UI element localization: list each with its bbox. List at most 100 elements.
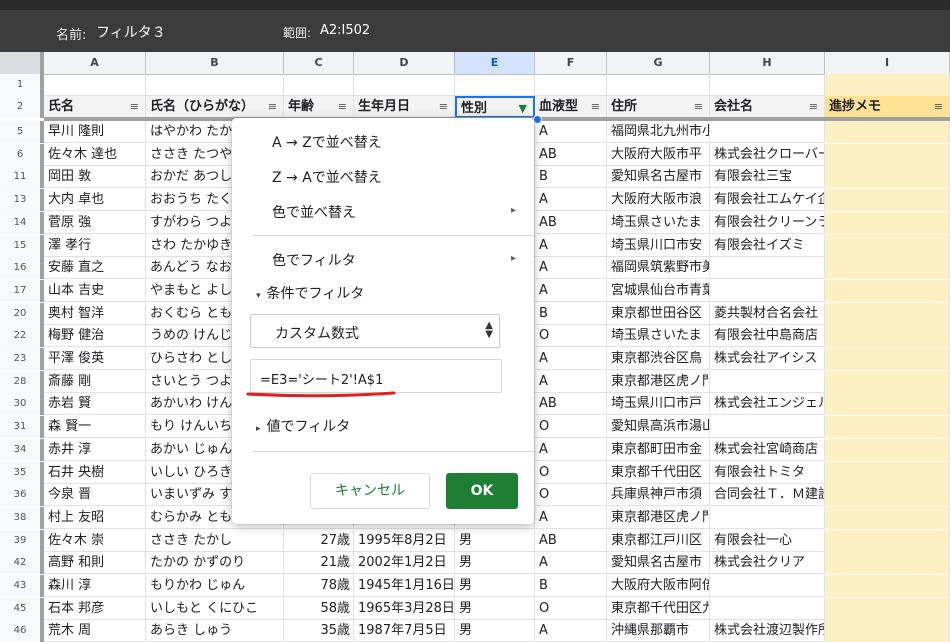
cell[interactable]: 菱共製材合名会社: [710, 302, 825, 325]
cell[interactable]: 赤岩 賢: [44, 393, 146, 416]
cell[interactable]: B: [535, 166, 607, 189]
row-number[interactable]: 23: [0, 348, 44, 370]
cell[interactable]: 安藤 直之: [44, 257, 146, 280]
cell[interactable]: A: [535, 121, 607, 143]
cell[interactable]: [535, 74, 607, 96]
selection-handle[interactable]: [533, 115, 542, 124]
cell[interactable]: 高野 和則: [44, 552, 146, 575]
cell[interactable]: 村上 友昭: [44, 506, 146, 529]
cell[interactable]: [710, 575, 825, 597]
cell[interactable]: 有限会社クリーンライフ: [710, 211, 825, 234]
cell[interactable]: 奥村 智洋: [44, 302, 146, 325]
cell[interactable]: [825, 575, 950, 597]
cell[interactable]: 株式会社エンジェル: [710, 393, 825, 416]
row-number[interactable]: 35: [0, 461, 44, 484]
row-number[interactable]: 16: [0, 257, 44, 280]
cell[interactable]: [825, 370, 950, 393]
cell[interactable]: [825, 279, 950, 302]
row-number[interactable]: 43: [0, 575, 44, 597]
column-header-f[interactable]: F: [535, 52, 607, 74]
cell[interactable]: 21歳: [284, 552, 354, 575]
cell[interactable]: あらき しゅう: [146, 620, 284, 642]
cell[interactable]: 斎藤 剛: [44, 370, 146, 393]
cell[interactable]: 愛知県高浜市湯山町1-3-10: [607, 416, 710, 439]
row-number[interactable]: 38: [0, 506, 44, 529]
column-header-d[interactable]: D: [354, 52, 455, 74]
cell[interactable]: 東京都千代田区九段南2-3-5: [607, 597, 710, 620]
cell[interactable]: 男: [455, 620, 535, 642]
cell[interactable]: 石本 邦彦: [44, 597, 146, 620]
cell[interactable]: O: [535, 416, 607, 439]
cell[interactable]: [284, 74, 354, 96]
column-header-c[interactable]: C: [284, 52, 354, 74]
cell[interactable]: ささき たかし: [146, 529, 284, 552]
cell[interactable]: 兵庫県神戸市須: [607, 484, 710, 507]
range-value[interactable]: A2:I502: [320, 23, 370, 38]
filter-icon[interactable]: ≡: [130, 96, 139, 118]
menu-sort-z-a[interactable]: Z → Aで並べ替え: [272, 167, 382, 187]
cell[interactable]: 35歳: [284, 620, 354, 642]
cell[interactable]: 埼玉県川口市戸: [607, 393, 710, 416]
cell[interactable]: 東京都港区虎ノ門1-5-102: [607, 370, 710, 393]
cell[interactable]: A: [535, 234, 607, 257]
column-header-i[interactable]: I: [825, 52, 950, 74]
cell[interactable]: 森川 淳: [44, 575, 146, 597]
cell[interactable]: [44, 74, 146, 96]
menu-sort-a-z[interactable]: A → Zで並べ替え: [272, 132, 382, 152]
cell[interactable]: 東京都千代田区: [607, 461, 710, 484]
cell[interactable]: [825, 393, 950, 416]
cell[interactable]: 有限会社イズミ: [710, 234, 825, 257]
cell[interactable]: 愛知県名古屋市: [607, 552, 710, 575]
cell[interactable]: 有限会社中島商店: [710, 325, 825, 348]
cell[interactable]: 株式会社クローバー: [710, 143, 825, 166]
cell[interactable]: [710, 74, 825, 96]
cell[interactable]: 1987年7月5日: [354, 620, 455, 642]
cell[interactable]: 沖縄県那覇市: [607, 620, 710, 642]
column-header-g[interactable]: G: [607, 52, 710, 74]
header-cell[interactable]: 生年月日 ≡: [354, 96, 455, 118]
cell[interactable]: 2002年1月2日: [354, 552, 455, 575]
cell[interactable]: [146, 74, 284, 96]
row-number[interactable]: 5: [0, 121, 44, 143]
cell[interactable]: いしもと くにひこ: [146, 597, 284, 620]
cell[interactable]: 58歳: [284, 597, 354, 620]
row-number[interactable]: 42: [0, 552, 44, 575]
row-number[interactable]: 14: [0, 211, 44, 234]
cell[interactable]: 荒木 周: [44, 620, 146, 642]
header-cell[interactable]: 氏名（ひらがな） ≡: [146, 96, 284, 118]
cell[interactable]: 福岡県筑紫野市美しが丘南2-1-4: [607, 257, 710, 280]
cell[interactable]: 岡田 敦: [44, 166, 146, 189]
cell[interactable]: O: [535, 597, 607, 620]
cell[interactable]: 佐々木 達也: [44, 143, 146, 166]
header-cell[interactable]: 会社名 ≡: [710, 96, 825, 118]
ok-button[interactable]: OK: [446, 473, 518, 509]
cell[interactable]: 森 賢一: [44, 416, 146, 439]
formula-input[interactable]: =E3='シート2'!A$1: [250, 359, 502, 393]
cell[interactable]: [825, 529, 950, 552]
cell[interactable]: 合同会社Ｔ．Ｍ建設: [710, 484, 825, 507]
filter-icon[interactable]: ≡: [809, 96, 818, 118]
row-number[interactable]: 28: [0, 370, 44, 393]
cell[interactable]: O: [535, 484, 607, 507]
cell[interactable]: [710, 597, 825, 620]
cell[interactable]: 株式会社クリア: [710, 552, 825, 575]
header-cell[interactable]: 進捗メモ ≡: [825, 96, 950, 118]
row-number[interactable]: 17: [0, 279, 44, 302]
column-header-e[interactable]: E: [455, 52, 535, 74]
cell[interactable]: [825, 302, 950, 325]
cell[interactable]: 平澤 俊英: [44, 348, 146, 370]
filter-name-value[interactable]: フィルタ３: [96, 22, 166, 42]
cell[interactable]: [825, 484, 950, 507]
cell[interactable]: たかの かずのり: [146, 552, 284, 575]
cell[interactable]: [825, 189, 950, 212]
header-cell[interactable]: 氏名 ≡: [44, 96, 146, 118]
row-number[interactable]: 1: [0, 74, 44, 96]
cell[interactable]: [825, 620, 950, 642]
cell[interactable]: 男: [455, 575, 535, 597]
cell[interactable]: [825, 325, 950, 348]
row-number[interactable]: 39: [0, 529, 44, 552]
cell[interactable]: [825, 506, 950, 529]
cell[interactable]: 埼玉県さいたま: [607, 211, 710, 234]
cell[interactable]: [825, 74, 950, 96]
cell[interactable]: AB: [535, 393, 607, 416]
